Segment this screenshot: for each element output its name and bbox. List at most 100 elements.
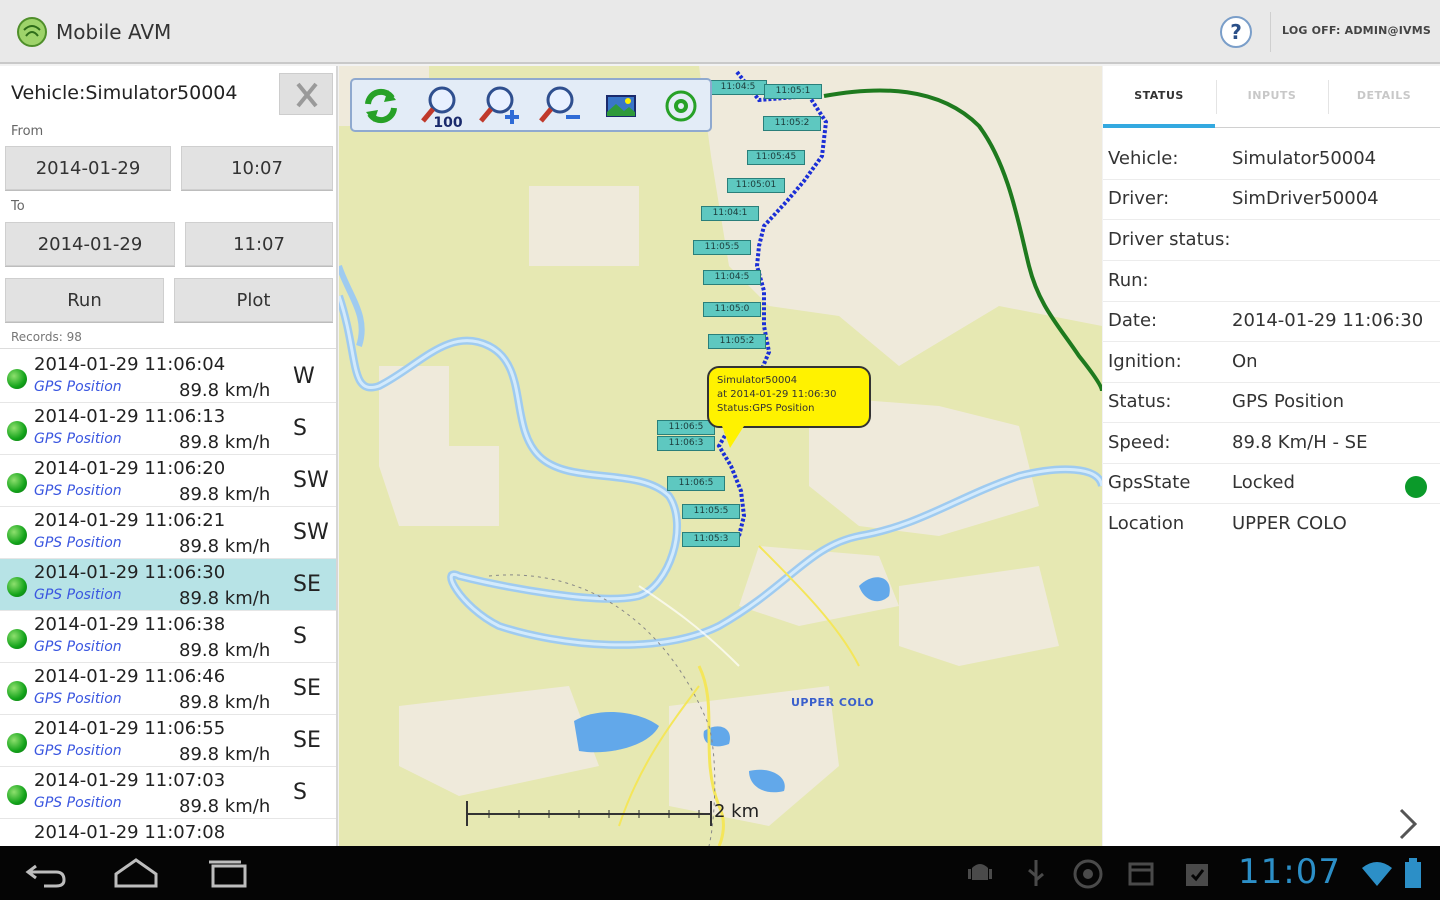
history-row[interactable]: 2014-01-29 11:06:04 GPS Position 89.8 km/h… (0, 351, 336, 403)
plot-button[interactable]: Plot (174, 278, 333, 322)
svg-text:?: ? (1230, 20, 1242, 44)
zoom-in-icon[interactable] (478, 84, 524, 128)
back-icon[interactable] (24, 856, 68, 890)
field-key: Vehicle: (1108, 148, 1179, 169)
row-speed: 89.8 km/h (179, 744, 271, 765)
detail-tabs: STATUS INPUTS DETAILS (1103, 66, 1440, 128)
track-label: 11:05:1 (764, 84, 822, 99)
recent-apps-icon[interactable] (203, 856, 251, 890)
field-key: Driver: (1108, 188, 1170, 209)
field-key: Date: (1108, 310, 1158, 331)
field-value: SimDriver50004 (1232, 188, 1379, 209)
track-label: 11:05:5 (682, 504, 740, 519)
history-row[interactable]: 2014-01-29 11:06:46 GPS Position 89.8 km/h… (0, 663, 336, 715)
history-row[interactable]: 2014-01-29 11:06:55 GPS Position 89.8 km/h… (0, 715, 336, 767)
track-label: 11:05:2 (708, 334, 766, 349)
help-icon[interactable]: ? (1218, 14, 1254, 50)
row-direction: W (293, 364, 315, 389)
history-row[interactable]: 2014-01-29 11:06:20 GPS Position 89.8 km/h… (0, 455, 336, 507)
chevron-right-icon[interactable] (1393, 804, 1423, 844)
usb-icon (1028, 860, 1044, 886)
close-panel-button[interactable] (279, 73, 333, 115)
row-direction: SE (293, 572, 321, 597)
from-time-button[interactable]: 10:07 (181, 146, 333, 190)
field-key: GpsState (1108, 472, 1191, 493)
actionbar-divider (1270, 12, 1271, 52)
map-view[interactable]: 11:04:5 11:05:1 11:05:2 11:05:45 11:05:0… (339, 66, 1102, 846)
history-row[interactable]: 2014-01-29 11:07:03 GPS Position 89.8 km/h… (0, 767, 336, 819)
clipboard-icon (1186, 864, 1208, 886)
row-datetime: 2014-01-29 11:07:08 (34, 822, 226, 843)
track-label: 11:06:5 (667, 476, 725, 491)
to-label: To (11, 199, 25, 214)
tab-status[interactable]: STATUS (1103, 66, 1215, 128)
track-label: 11:05:5 (693, 240, 751, 255)
logoff-button[interactable]: LOG OFF: ADMIN@IVMS (1282, 24, 1431, 37)
vehicle-callout[interactable]: Simulator50004 at 2014-01-29 11:06:30 St… (707, 366, 871, 428)
row-direction: SE (293, 676, 321, 701)
tab-details[interactable]: DETAILS (1328, 66, 1440, 128)
status-dot-icon (7, 629, 27, 649)
to-time-button[interactable]: 11:07 (185, 222, 333, 266)
callout-vehicle: Simulator50004 (717, 375, 798, 386)
records-count: Records: 98 (11, 330, 82, 344)
field-key: Run: (1108, 270, 1149, 291)
battery-icon (1405, 858, 1421, 888)
row-datetime: 2014-01-29 11:06:55 (34, 718, 226, 739)
field-vehicle: Vehicle: Simulator50004 (1103, 140, 1440, 180)
gps-state-indicator (1405, 476, 1427, 498)
history-row[interactable]: 2014-01-29 11:06:30 GPS Position 89.8 km/h… (0, 559, 336, 611)
app-title: Mobile AVM (56, 20, 172, 44)
wifi-icon (1362, 862, 1392, 886)
field-location: Location UPPER COLO (1103, 505, 1440, 545)
callout-tail (722, 426, 744, 448)
row-direction: S (293, 416, 307, 441)
run-button[interactable]: Run (5, 278, 164, 322)
row-status: GPS Position (34, 379, 122, 395)
row-direction: SW (293, 520, 329, 545)
field-value: 2014-01-29 11:06:30 (1232, 310, 1424, 331)
row-speed: 89.8 km/h (179, 536, 271, 557)
to-date-button[interactable]: 2014-01-29 (5, 222, 175, 266)
row-status: GPS Position (34, 587, 122, 603)
from-date-button[interactable]: 2014-01-29 (5, 146, 171, 190)
callout-time: at 2014-01-29 11:06:30 (717, 389, 837, 400)
window-icon (1128, 862, 1154, 886)
row-datetime: 2014-01-29 11:06:21 (34, 510, 226, 531)
row-datetime: 2014-01-29 11:07:03 (34, 770, 226, 791)
history-row[interactable]: 2014-01-29 11:07:08 (0, 819, 336, 846)
map-canvas[interactable] (339, 66, 1102, 846)
tab-inputs[interactable]: INPUTS (1216, 66, 1328, 128)
field-ignition: Ignition: On (1103, 343, 1440, 383)
map-toolbar: 100 (350, 78, 712, 132)
history-list[interactable]: 2014-01-29 11:06:04 GPS Position 89.8 km/h… (0, 348, 336, 846)
locate-icon[interactable] (658, 84, 704, 128)
zoom-100-icon[interactable]: 100 (418, 84, 464, 128)
history-row[interactable]: 2014-01-29 11:06:21 GPS Position 89.8 km/h… (0, 507, 336, 559)
row-speed: 89.8 km/h (179, 432, 271, 453)
refresh-icon[interactable] (358, 84, 404, 128)
close-icon (296, 82, 318, 108)
status-dot-icon (7, 421, 27, 441)
status-dot-icon (7, 473, 27, 493)
place-label: UPPER COLO (791, 696, 875, 709)
row-status: GPS Position (34, 431, 122, 447)
map-layer-icon[interactable] (598, 84, 644, 128)
status-dot-icon (7, 681, 27, 701)
row-status: GPS Position (34, 639, 122, 655)
history-row[interactable]: 2014-01-29 11:06:13 GPS Position 89.8 km/h… (0, 403, 336, 455)
history-row[interactable]: 2014-01-29 11:06:38 GPS Position 89.8 km/h… (0, 611, 336, 663)
field-key: Ignition: (1108, 351, 1182, 372)
field-value: UPPER COLO (1232, 513, 1347, 534)
track-label: 11:05:45 (747, 150, 805, 165)
track-label: 11:04:5 (709, 80, 767, 95)
row-direction: SW (293, 468, 329, 493)
track-label: 11:04:5 (703, 270, 761, 285)
field-key: Driver status: (1108, 229, 1231, 250)
home-icon[interactable] (112, 856, 160, 890)
row-direction: S (293, 624, 307, 649)
row-speed: 89.8 km/h (179, 692, 271, 713)
zoom-out-icon[interactable] (538, 84, 584, 128)
field-value: GPS Position (1232, 391, 1345, 412)
track-label: 11:06:5 (657, 420, 715, 435)
